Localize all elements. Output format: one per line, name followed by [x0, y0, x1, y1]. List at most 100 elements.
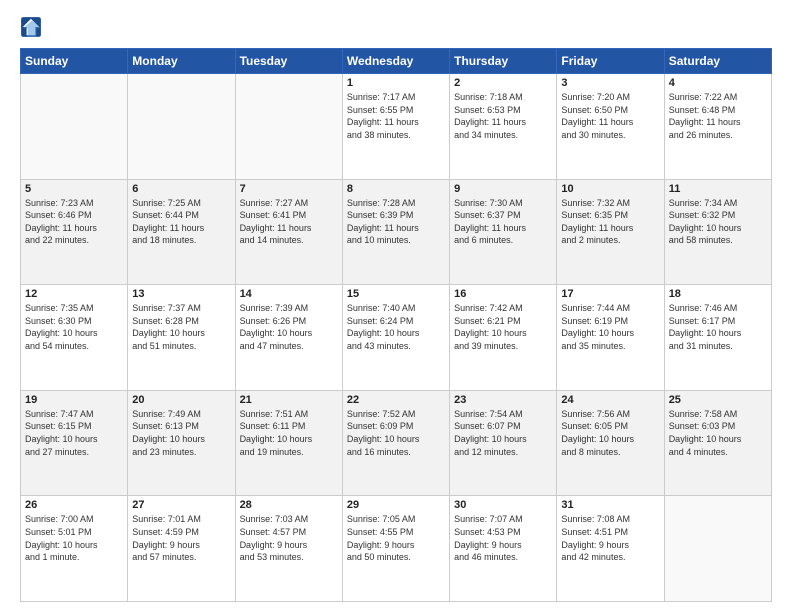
calendar-day-cell: 22Sunrise: 7:52 AM Sunset: 6:09 PM Dayli…	[342, 390, 449, 496]
day-number: 13	[132, 288, 230, 300]
day-info: Sunrise: 7:08 AM Sunset: 4:51 PM Dayligh…	[561, 513, 659, 563]
calendar-day-cell: 29 Sunrise: 7:05 AM Sunset: 4:55 PM Dayli…	[342, 496, 449, 602]
day-number: 21	[240, 394, 338, 406]
calendar-header-row: SundayMondayTuesdayWednesdayThursdayFrid…	[21, 49, 772, 74]
calendar-day-header: Friday	[557, 49, 664, 74]
day-info: Sunrise: 7:18 AM Sunset: 6:53 PM Dayligh…	[454, 91, 552, 141]
day-info: Sunrise: 7:54 AM Sunset: 6:07 PM Dayligh…	[454, 408, 552, 458]
calendar-day-cell: 8 Sunrise: 7:28 AM Sunset: 6:39 PM Daylig…	[342, 179, 449, 285]
calendar-day-cell: 23 Sunrise: 7:54 AM Sunset: 6:07 PM Dayli…	[450, 390, 557, 496]
day-info: Sunrise: 7:46 AM Sunset: 6:17 PM Dayligh…	[669, 302, 767, 352]
calendar-day-header: Thursday	[450, 49, 557, 74]
calendar-day-cell: 14 Sunrise: 7:39 AM Sunset: 6:26 PM Dayli…	[235, 285, 342, 391]
day-info: Sunrise: 7:25 AM Sunset: 6:44 PM Dayligh…	[132, 197, 230, 247]
day-info: Sunrise: 7:39 AM Sunset: 6:26 PM Dayligh…	[240, 302, 338, 352]
day-info: Sunrise: 7:07 AM Sunset: 4:53 PM Dayligh…	[454, 513, 552, 563]
day-number: 8	[347, 183, 445, 195]
logo	[20, 16, 44, 38]
day-number: 20	[132, 394, 230, 406]
day-number: 24	[561, 394, 659, 406]
day-number: 27	[132, 499, 230, 511]
day-number: 17	[561, 288, 659, 300]
day-info: Sunrise: 7:35 AM Sunset: 6:30 PM Dayligh…	[25, 302, 123, 352]
day-info: Sunrise: 7:32 AM Sunset: 6:35 PM Dayligh…	[561, 197, 659, 247]
calendar-table: SundayMondayTuesdayWednesdayThursdayFrid…	[20, 48, 772, 602]
calendar-day-header: Saturday	[664, 49, 771, 74]
day-info: Sunrise: 7:22 AM Sunset: 6:48 PM Dayligh…	[669, 91, 767, 141]
day-info: Sunrise: 7:40 AM Sunset: 6:24 PM Dayligh…	[347, 302, 445, 352]
day-info: Sunrise: 7:17 AM Sunset: 6:55 PM Dayligh…	[347, 91, 445, 141]
calendar-day-cell: 19 Sunrise: 7:47 AM Sunset: 6:15 PM Dayli…	[21, 390, 128, 496]
calendar-day-cell: 18Sunrise: 7:46 AM Sunset: 6:17 PM Dayli…	[664, 285, 771, 391]
day-number: 25	[669, 394, 767, 406]
day-info: Sunrise: 7:56 AM Sunset: 6:05 PM Dayligh…	[561, 408, 659, 458]
day-info: Sunrise: 7:03 AM Sunset: 4:57 PM Dayligh…	[240, 513, 338, 563]
day-number: 10	[561, 183, 659, 195]
logo-icon	[20, 16, 42, 38]
day-number: 31	[561, 499, 659, 511]
day-number: 22	[347, 394, 445, 406]
day-info: Sunrise: 7:30 AM Sunset: 6:37 PM Dayligh…	[454, 197, 552, 247]
day-info: Sunrise: 7:27 AM Sunset: 6:41 PM Dayligh…	[240, 197, 338, 247]
calendar-day-cell: 28 Sunrise: 7:03 AM Sunset: 4:57 PM Dayli…	[235, 496, 342, 602]
day-info: Sunrise: 7:34 AM Sunset: 6:32 PM Dayligh…	[669, 197, 767, 247]
calendar-day-cell: 20 Sunrise: 7:49 AM Sunset: 6:13 PM Dayli…	[128, 390, 235, 496]
calendar-day-cell	[21, 74, 128, 180]
calendar-day-cell: 15 Sunrise: 7:40 AM Sunset: 6:24 PM Dayli…	[342, 285, 449, 391]
calendar-week-row: 26 Sunrise: 7:00 AM Sunset: 5:01 PM Dayli…	[21, 496, 772, 602]
day-info: Sunrise: 7:00 AM Sunset: 5:01 PM Dayligh…	[25, 513, 123, 563]
calendar-day-cell: 16Sunrise: 7:42 AM Sunset: 6:21 PM Dayli…	[450, 285, 557, 391]
day-number: 1	[347, 77, 445, 89]
calendar-day-cell: 24 Sunrise: 7:56 AM Sunset: 6:05 PM Dayli…	[557, 390, 664, 496]
day-info: Sunrise: 7:47 AM Sunset: 6:15 PM Dayligh…	[25, 408, 123, 458]
day-info: Sunrise: 7:51 AM Sunset: 6:11 PM Dayligh…	[240, 408, 338, 458]
day-info: Sunrise: 7:37 AM Sunset: 6:28 PM Dayligh…	[132, 302, 230, 352]
calendar-day-cell: 9 Sunrise: 7:30 AM Sunset: 6:37 PM Daylig…	[450, 179, 557, 285]
day-info: Sunrise: 7:28 AM Sunset: 6:39 PM Dayligh…	[347, 197, 445, 247]
calendar-day-header: Wednesday	[342, 49, 449, 74]
calendar-day-cell: 27Sunrise: 7:01 AM Sunset: 4:59 PM Dayli…	[128, 496, 235, 602]
calendar-day-cell: 4 Sunrise: 7:22 AM Sunset: 6:48 PM Daylig…	[664, 74, 771, 180]
header	[20, 16, 772, 38]
calendar-day-cell	[235, 74, 342, 180]
day-info: Sunrise: 7:20 AM Sunset: 6:50 PM Dayligh…	[561, 91, 659, 141]
day-number: 14	[240, 288, 338, 300]
calendar-day-cell	[664, 496, 771, 602]
day-number: 26	[25, 499, 123, 511]
day-number: 7	[240, 183, 338, 195]
calendar-day-cell: 6 Sunrise: 7:25 AM Sunset: 6:44 PM Daylig…	[128, 179, 235, 285]
calendar-day-cell: 13 Sunrise: 7:37 AM Sunset: 6:28 PM Dayli…	[128, 285, 235, 391]
day-number: 6	[132, 183, 230, 195]
calendar-day-cell: 1 Sunrise: 7:17 AM Sunset: 6:55 PM Daylig…	[342, 74, 449, 180]
calendar-day-cell: 3Sunrise: 7:20 AM Sunset: 6:50 PM Daylig…	[557, 74, 664, 180]
day-number: 30	[454, 499, 552, 511]
day-info: Sunrise: 7:23 AM Sunset: 6:46 PM Dayligh…	[25, 197, 123, 247]
calendar-week-row: 1 Sunrise: 7:17 AM Sunset: 6:55 PM Daylig…	[21, 74, 772, 180]
calendar-day-cell: 10 Sunrise: 7:32 AM Sunset: 6:35 PM Dayli…	[557, 179, 664, 285]
day-number: 28	[240, 499, 338, 511]
day-number: 9	[454, 183, 552, 195]
calendar-day-cell: 17Sunrise: 7:44 AM Sunset: 6:19 PM Dayli…	[557, 285, 664, 391]
calendar-day-header: Monday	[128, 49, 235, 74]
calendar-day-header: Tuesday	[235, 49, 342, 74]
day-number: 15	[347, 288, 445, 300]
calendar-week-row: 19 Sunrise: 7:47 AM Sunset: 6:15 PM Dayli…	[21, 390, 772, 496]
calendar-day-cell: 25Sunrise: 7:58 AM Sunset: 6:03 PM Dayli…	[664, 390, 771, 496]
calendar-day-cell: 26 Sunrise: 7:00 AM Sunset: 5:01 PM Dayli…	[21, 496, 128, 602]
day-number: 4	[669, 77, 767, 89]
day-info: Sunrise: 7:05 AM Sunset: 4:55 PM Dayligh…	[347, 513, 445, 563]
day-info: Sunrise: 7:49 AM Sunset: 6:13 PM Dayligh…	[132, 408, 230, 458]
calendar-day-cell: 5Sunrise: 7:23 AM Sunset: 6:46 PM Daylig…	[21, 179, 128, 285]
calendar-page: SundayMondayTuesdayWednesdayThursdayFrid…	[0, 0, 792, 612]
day-number: 29	[347, 499, 445, 511]
day-number: 19	[25, 394, 123, 406]
calendar-day-cell	[128, 74, 235, 180]
day-number: 11	[669, 183, 767, 195]
day-number: 23	[454, 394, 552, 406]
calendar-day-cell: 7 Sunrise: 7:27 AM Sunset: 6:41 PM Daylig…	[235, 179, 342, 285]
calendar-week-row: 12Sunrise: 7:35 AM Sunset: 6:30 PM Dayli…	[21, 285, 772, 391]
calendar-day-header: Sunday	[21, 49, 128, 74]
calendar-day-cell: 30 Sunrise: 7:07 AM Sunset: 4:53 PM Dayli…	[450, 496, 557, 602]
calendar-day-cell: 31 Sunrise: 7:08 AM Sunset: 4:51 PM Dayli…	[557, 496, 664, 602]
calendar-day-cell: 12Sunrise: 7:35 AM Sunset: 6:30 PM Dayli…	[21, 285, 128, 391]
